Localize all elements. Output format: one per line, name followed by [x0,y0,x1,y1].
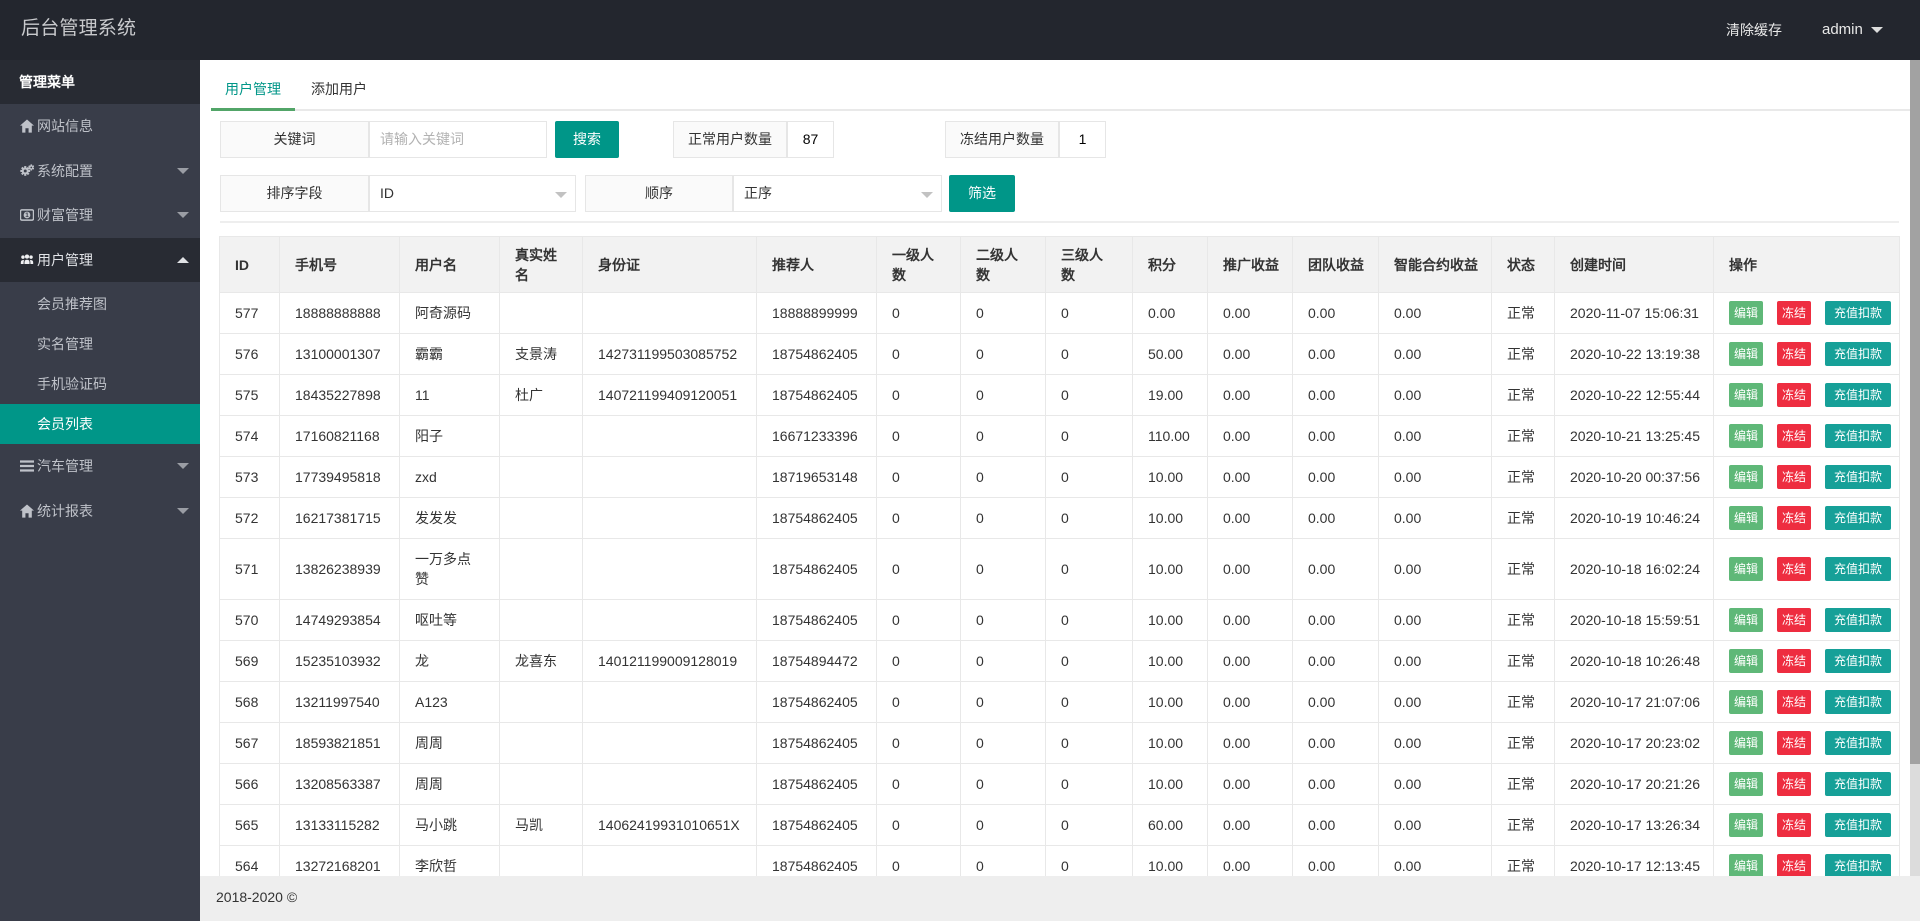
svg-text:1: 1 [25,212,29,219]
